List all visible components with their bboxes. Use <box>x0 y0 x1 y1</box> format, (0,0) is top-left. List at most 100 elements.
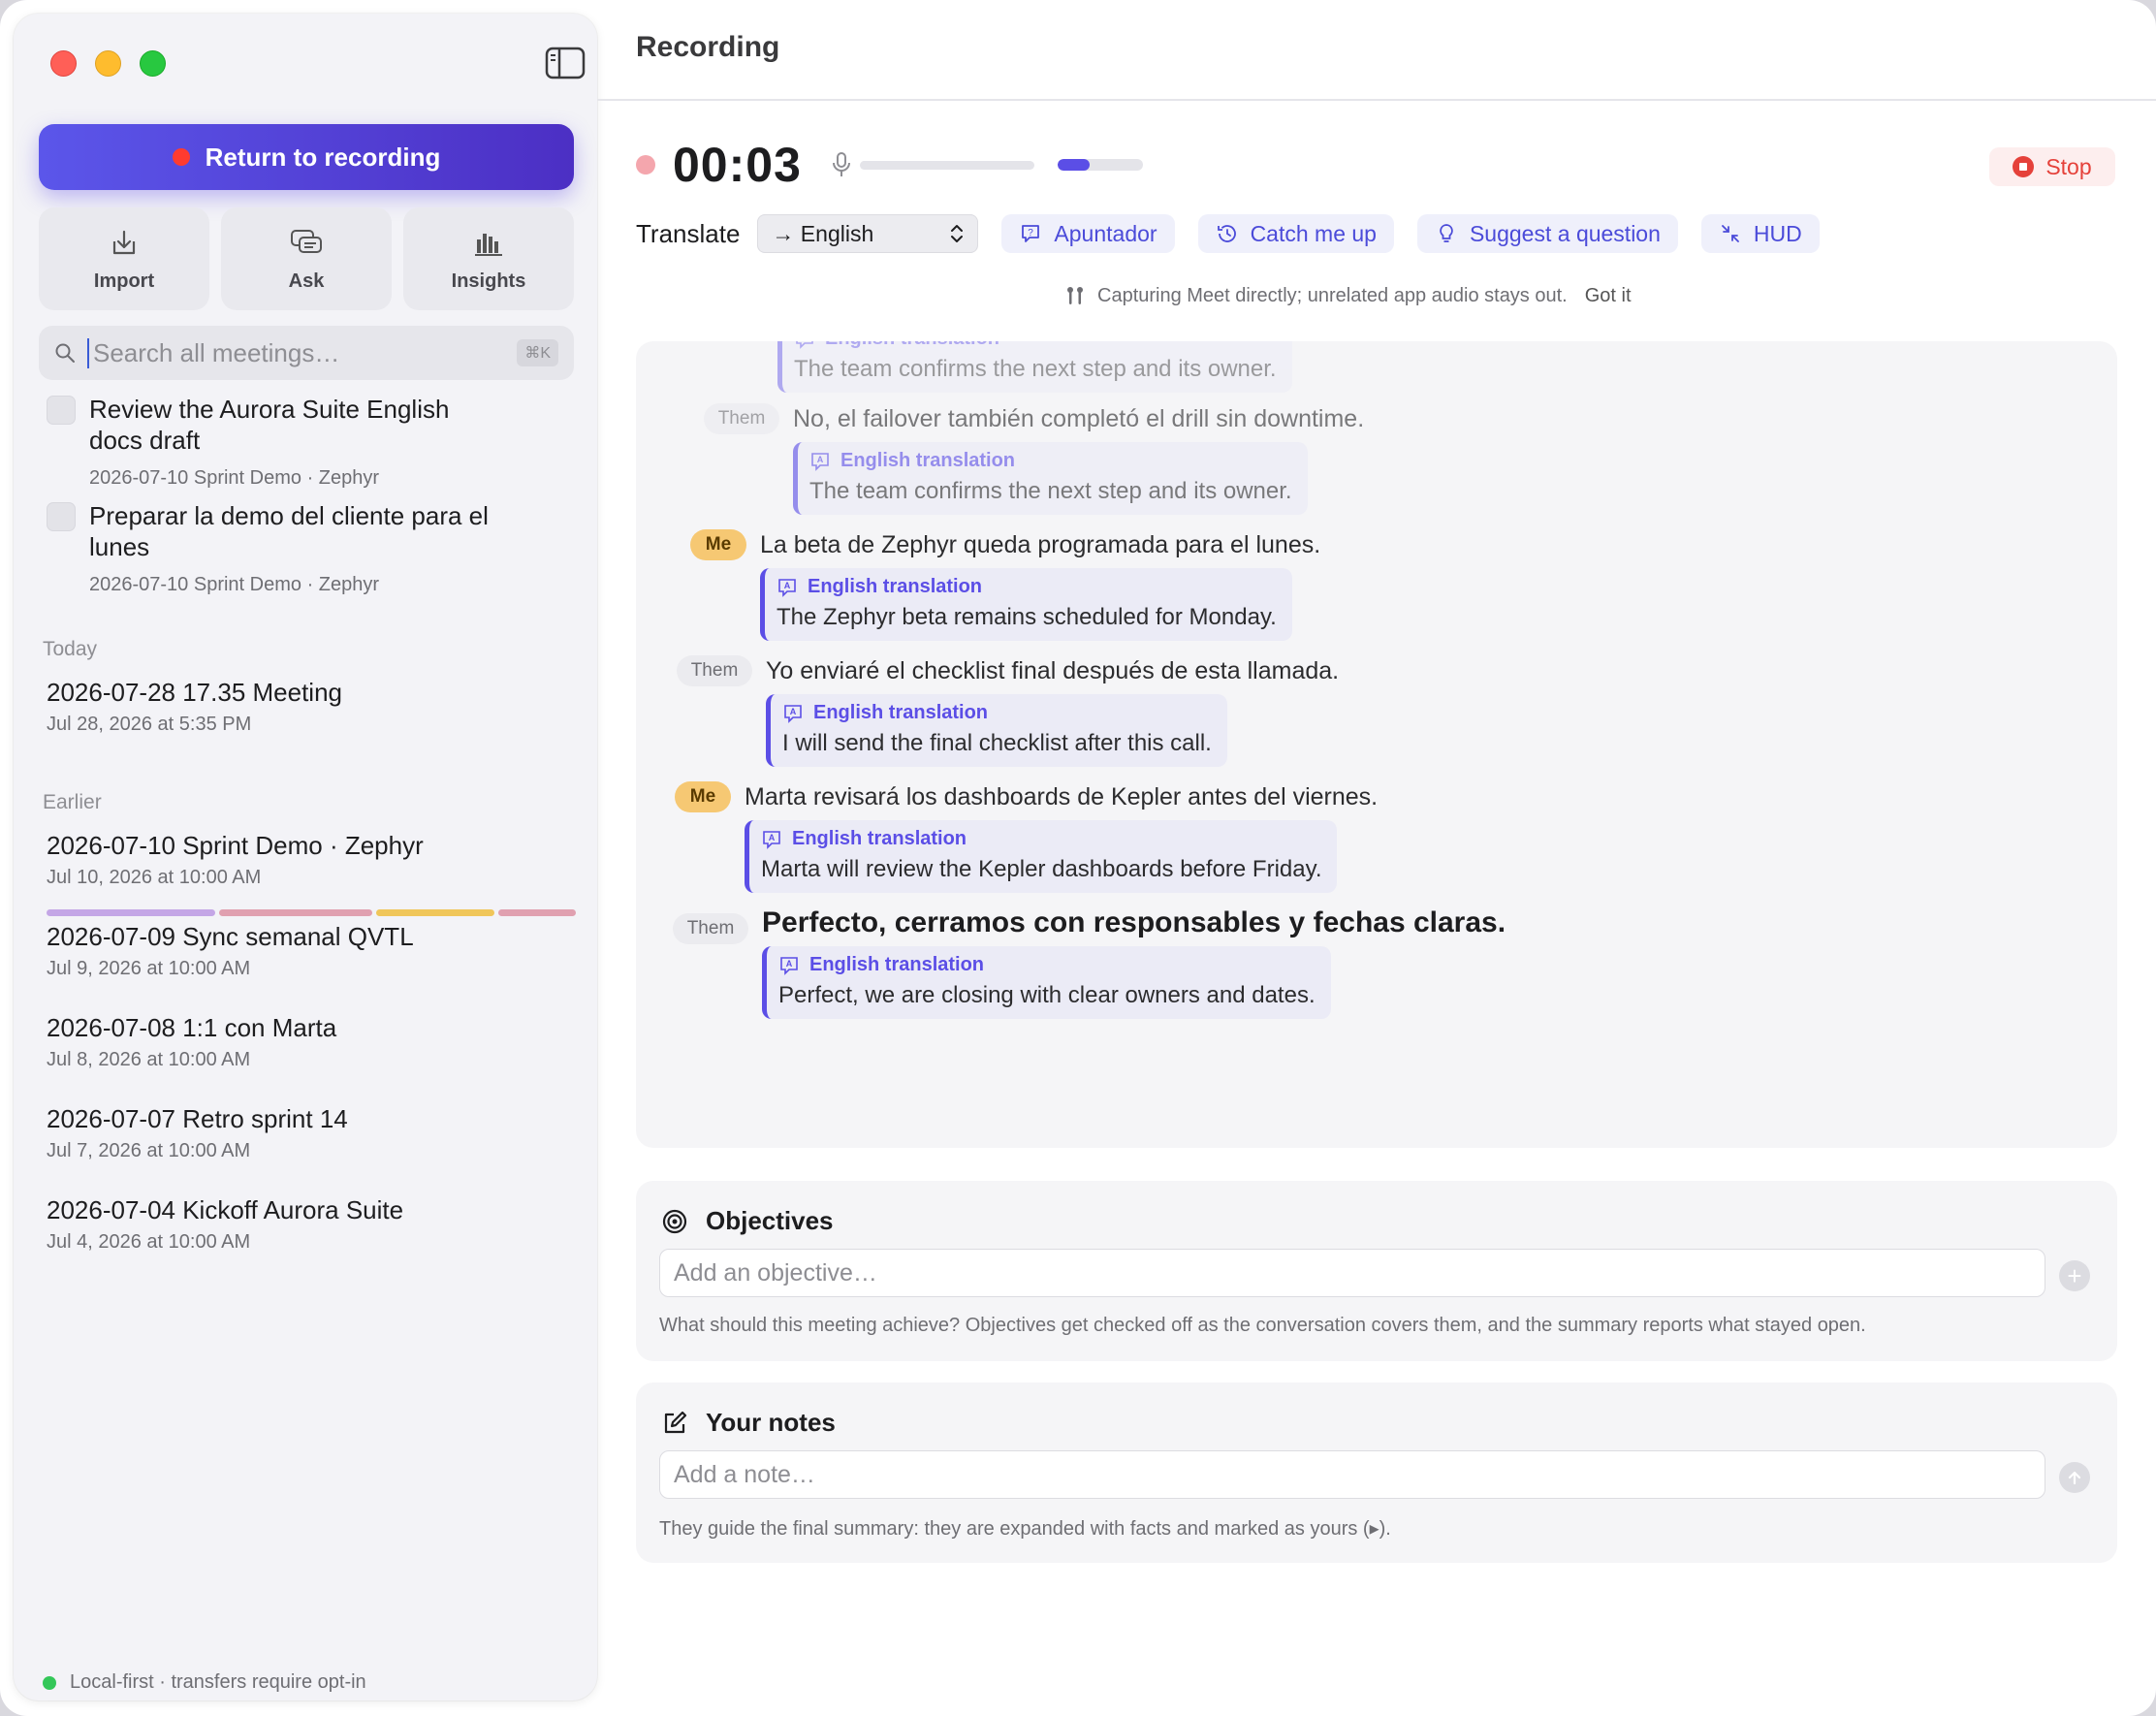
recording-status: 00:03 <box>636 136 1143 194</box>
meeting-item[interactable]: 2026-07-09 Sync semanal QVTL Jul 9, 2026… <box>47 921 589 980</box>
language-select[interactable]: → English <box>757 214 979 253</box>
meeting-date: Jul 9, 2026 at 10:00 AM <box>47 958 251 979</box>
hud-label: HUD <box>1753 220 1802 246</box>
airpods-icon <box>1067 286 1083 304</box>
local-first-status: Local-first · transfers require opt-in <box>43 1671 366 1694</box>
status-dot-icon <box>43 1675 56 1690</box>
section-label-today: Today <box>43 638 98 660</box>
speaker-badge-me: Me <box>675 781 731 812</box>
tag-segment <box>376 909 494 916</box>
arrow-up-icon <box>2068 1471 2081 1485</box>
meeting-date: Jul 8, 2026 at 10:00 AM <box>47 1049 251 1070</box>
sidebar: Return to recording Import Ask Insights … <box>14 14 597 1700</box>
utterance-text: La beta de Zephyr queda programada para … <box>760 531 1321 558</box>
translation-block: A English translation The Zephyr beta re… <box>760 568 1292 641</box>
compose-icon <box>664 1411 687 1433</box>
translation-text: I will send the final checklist after th… <box>782 730 1212 756</box>
sidebar-toggle-icon[interactable] <box>545 47 586 79</box>
task-title[interactable]: Preparar la demo del cliente para el lun… <box>89 500 506 562</box>
svg-text:A: A <box>790 707 797 716</box>
meeting-title: 2026-07-07 Retro sprint 14 <box>47 1104 348 1133</box>
translate-icon: A <box>811 452 829 471</box>
audio-level-meter <box>859 160 1034 170</box>
history-clock-icon <box>1217 225 1236 242</box>
search-shortcut-badge: ⌘K <box>517 339 558 366</box>
insights-button[interactable]: Insights <box>403 207 574 310</box>
send-note-button[interactable] <box>2059 1462 2090 1493</box>
task-item: Preparar la demo del cliente para el lun… <box>47 500 551 607</box>
search-input[interactable] <box>87 337 506 368</box>
translation-header: A English translation <box>782 702 1212 724</box>
translation-text: The Zephyr beta remains scheduled for Mo… <box>777 604 1277 630</box>
audio-level-bar <box>1057 159 1143 171</box>
meeting-item[interactable]: 2026-07-10 Sprint Demo · Zephyr Jul 10, … <box>47 830 589 889</box>
translation-header: English translation <box>794 341 1277 350</box>
speaker-badge-me: Me <box>690 529 746 560</box>
translate-icon: A <box>778 578 796 597</box>
transcript-panel[interactable]: English translation The team confirms th… <box>636 341 2117 1148</box>
recording-indicator-icon <box>636 155 655 175</box>
section-label-earlier: Earlier <box>43 791 102 813</box>
translation-label: English translation <box>825 341 999 350</box>
suggest-question-button[interactable]: Suggest a question <box>1416 214 1678 253</box>
task-title[interactable]: Review the Aurora Suite English docs dra… <box>89 394 506 456</box>
objectives-help: What should this meeting achieve? Object… <box>659 1315 1866 1336</box>
catch-me-up-button[interactable]: Catch me up <box>1197 214 1394 253</box>
utterance-text: Marta revisará los dashboards de Kepler … <box>745 783 1379 810</box>
hud-button[interactable]: HUD <box>1700 214 1820 253</box>
language-selected: → English <box>772 220 874 246</box>
apuntador-button[interactable]: ? Apuntador <box>1001 214 1175 253</box>
got-it-button[interactable]: Got it <box>1585 285 1632 307</box>
notes-title: Your notes <box>706 1408 836 1437</box>
translation-header: A English translation <box>761 828 1321 850</box>
objectives-header: Objectives <box>661 1206 834 1236</box>
meeting-item[interactable]: 2026-07-04 Kickoff Aurora Suite Jul 4, 2… <box>47 1194 589 1254</box>
page-title: Recording <box>636 31 780 63</box>
import-icon <box>112 230 136 254</box>
meeting-item[interactable]: 2026-07-08 1:1 con Marta Jul 8, 2026 at … <box>47 1012 589 1071</box>
translation-block: English translation The team confirms th… <box>777 341 1292 393</box>
target-icon <box>662 1209 687 1233</box>
stop-button[interactable]: Stop <box>1989 147 2115 186</box>
translation-label: English translation <box>809 954 985 975</box>
task-checkbox[interactable] <box>47 396 76 425</box>
task-checkbox[interactable] <box>47 502 76 531</box>
meeting-item[interactable]: 2026-07-28 17.35 Meeting Jul 28, 2026 at… <box>47 677 589 736</box>
return-to-recording-button[interactable]: Return to recording <box>39 124 574 190</box>
meeting-date: Jul 4, 2026 at 10:00 AM <box>47 1231 251 1253</box>
close-window-button[interactable] <box>50 50 77 77</box>
translation-text: The team confirms the next step and its … <box>794 356 1277 382</box>
transcript-utterance-live: Them Perfecto, cerramos con responsables… <box>673 907 1506 1019</box>
question-bubble-icon: ? <box>1022 225 1040 242</box>
bar-chart-icon <box>475 233 502 256</box>
ask-label: Ask <box>288 270 325 292</box>
chat-bubbles-icon <box>291 229 322 253</box>
transcript-partial: English translation The team confirms th… <box>777 341 1292 393</box>
note-input[interactable] <box>659 1450 2045 1499</box>
translation-block: A English translation The team confirms … <box>793 442 1308 515</box>
objective-input[interactable] <box>659 1249 2045 1297</box>
audio-level-fill <box>1057 159 1091 171</box>
speaker-badge-them: Them <box>677 655 752 686</box>
zoom-window-button[interactable] <box>140 50 166 77</box>
translate-icon <box>796 341 813 349</box>
meeting-title: 2026-07-08 1:1 con Marta <box>47 1013 337 1042</box>
import-button[interactable]: Import <box>39 207 209 310</box>
translation-label: English translation <box>840 450 1016 471</box>
minimize-window-button[interactable] <box>95 50 121 77</box>
svg-text:A: A <box>769 833 776 842</box>
lightbulb-icon <box>1440 224 1453 242</box>
capture-note-text: Capturing Meet directly; unrelated app a… <box>1097 285 1568 306</box>
search-bar: ⌘K <box>39 326 574 380</box>
meeting-item[interactable]: 2026-07-07 Retro sprint 14 Jul 7, 2026 a… <box>47 1103 589 1162</box>
meeting-title: 2026-07-10 Sprint Demo · Zephyr <box>47 831 424 860</box>
utterance-text: Yo enviaré el checklist final después de… <box>766 657 1340 684</box>
ask-button[interactable]: Ask <box>221 207 392 310</box>
insights-label: Insights <box>451 270 526 292</box>
notes-help: They guide the final summary: they are e… <box>659 1518 1391 1540</box>
utterance-text: No, el failover también completó el dril… <box>793 405 1365 432</box>
translate-icon: A <box>780 956 798 975</box>
translation-label: English translation <box>792 828 967 849</box>
add-objective-button[interactable]: + <box>2059 1260 2090 1291</box>
search-icon <box>55 343 75 363</box>
